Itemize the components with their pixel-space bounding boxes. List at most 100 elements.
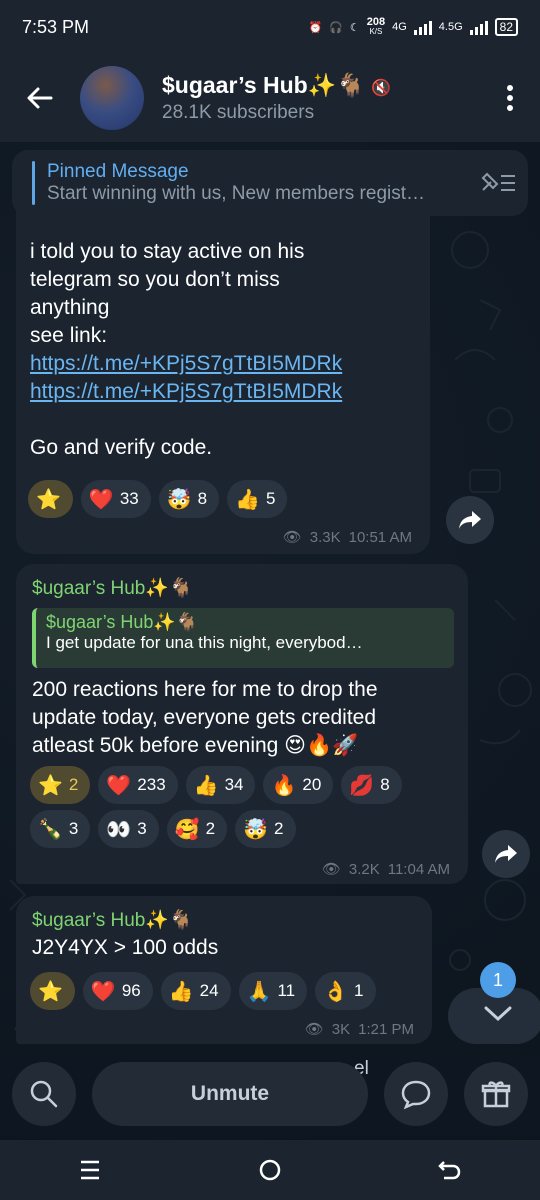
message-meta: 👁 3.3K 10:51 AM (282, 528, 412, 547)
reaction-chip[interactable]: 🤯 2 (235, 810, 296, 848)
search-button[interactable] (12, 1062, 76, 1126)
message-text-line: i told you to stay active on his (30, 240, 305, 263)
message-text-line: Go and verify code. (30, 436, 213, 459)
reaction-chip[interactable]: 🤯 8 (158, 480, 220, 518)
reaction-chip[interactable]: ⭐ 2 (30, 766, 91, 804)
headset-icon: 🎧 (329, 21, 343, 34)
message-text-line: anything (30, 296, 110, 319)
battery-icon: 82 (494, 18, 518, 36)
reaction-chip[interactable]: 👍 5 (227, 480, 288, 518)
home-circle-icon (259, 1159, 281, 1181)
forward-arrow-icon (459, 511, 481, 529)
message-bubble-1[interactable]: i told you to stay active on his telegra… (16, 200, 430, 554)
reaction-chip[interactable]: 💋 8 (341, 766, 402, 804)
pinned-title: Pinned Message (47, 161, 189, 182)
channel-name: $ugaar’s Hub✨🐐 (162, 72, 365, 98)
gift-button[interactable] (464, 1062, 528, 1126)
sender-name: $ugaar’s Hub✨🐐 (32, 910, 193, 931)
arrow-left-icon (27, 87, 53, 109)
pin-list-icon (481, 172, 515, 191)
message-bubble-3[interactable]: $ugaar’s Hub✨🐐 J2Y4YX > 100 odds ⭐ ❤️ 96 … (16, 896, 432, 1044)
view-count: 3K (331, 1020, 351, 1038)
unread-badge: 1 (480, 962, 516, 998)
net-speed: 208 K/S (366, 16, 386, 37)
reaction-row: ⭐ 2 ❤️ 233 👍 34 🔥 20 💋 8 🍾 3 👀 3 🥰 2 🤯 2 (30, 766, 460, 848)
quote-sender: $ugaar’s Hub✨🐐 (46, 612, 199, 632)
message-text-line: see link: (30, 324, 108, 347)
home-button[interactable] (240, 1140, 300, 1200)
message-text: J2Y4YX > 100 odds (32, 936, 219, 959)
reaction-chip[interactable]: 👍 24 (160, 972, 231, 1010)
message-text-line: update today, everyone gets credited (32, 706, 377, 729)
message-link[interactable]: https://t.me/+KPj5S7gTtBI5MDRk (30, 350, 422, 378)
reaction-chip[interactable]: ⭐ (28, 480, 73, 518)
channel-title-area[interactable]: $ugaar’s Hub✨🐐 🔇 28.1K subscribers (162, 72, 480, 124)
forward-button[interactable] (446, 496, 494, 544)
alarm-icon: ⏰ (308, 21, 323, 34)
status-bar: 7:53 PM ⏰ 🎧 ☾ 208 K/S 4G 4.5G 82 (0, 0, 540, 54)
reaction-chip[interactable]: ❤️ 33 (80, 480, 151, 518)
chevron-down-icon (484, 1006, 512, 1022)
muted-icon: 🔇 (370, 80, 391, 97)
views-icon: 👁 (304, 1021, 324, 1038)
back-curve-icon (438, 1161, 461, 1180)
views-icon: 👁 (282, 529, 302, 546)
back-button[interactable] (0, 54, 80, 142)
reaction-chip[interactable]: 👍 34 (185, 766, 256, 804)
reaction-chip[interactable]: 👀 3 (98, 810, 159, 848)
channel-avatar[interactable] (80, 66, 144, 130)
search-icon (30, 1080, 58, 1108)
message-meta: 👁 3K 1:21 PM (304, 1020, 414, 1039)
reaction-chip[interactable]: ❤️ 233 (98, 766, 178, 804)
comments-button[interactable] (384, 1062, 448, 1126)
network-45g: 4.5G (438, 21, 463, 33)
views-icon: 👁 (321, 861, 341, 878)
unmute-button[interactable]: Unmute (92, 1062, 368, 1126)
reaction-chip[interactable]: 🙏 11 (238, 972, 308, 1010)
reply-quote[interactable]: $ugaar’s Hub✨🐐 I get update for una this… (32, 608, 454, 668)
quote-text: I get update for una this night, everybo… (46, 633, 363, 652)
chat-header: $ugaar’s Hub✨🐐 🔇 28.1K subscribers (0, 54, 540, 142)
system-back-button[interactable] (420, 1140, 480, 1200)
signal-icon (413, 19, 432, 35)
view-count: 3.2K (348, 860, 380, 878)
gift-icon (481, 1081, 511, 1108)
pinned-preview: Start winning with us, New members regis… (47, 183, 426, 204)
message-meta: 👁 3.2K 11:04 AM (321, 860, 450, 879)
more-options-button[interactable] (480, 54, 540, 142)
reaction-chip[interactable]: 👌 1 (315, 972, 376, 1010)
message-time: 11:04 AM (387, 860, 450, 878)
message-text-line: atleast 50k before evening 😍🔥🚀 (32, 734, 359, 757)
forward-arrow-icon (495, 845, 517, 863)
system-nav-bar (0, 1140, 540, 1200)
message-time: 1:21 PM (358, 1020, 414, 1038)
reaction-chip[interactable]: 🥰 2 (166, 810, 228, 848)
reaction-row: ⭐ ❤️ 33 🤯 8 👍 5 (28, 480, 288, 518)
status-icons: ⏰ 🎧 ☾ 208 K/S 4G 4.5G 82 (308, 17, 518, 37)
chat-bubble-icon (401, 1080, 431, 1110)
message-time: 10:51 AM (348, 528, 412, 546)
reaction-row: ⭐ ❤️ 96 👍 24 🙏 11 👌 1 (30, 972, 376, 1010)
view-count: 3.3K (309, 528, 341, 546)
pinned-message-bar[interactable]: Pinned Message Start winning with us, Ne… (12, 150, 528, 216)
message-link[interactable]: https://t.me/+KPj5S7gTtBI5MDRk (30, 378, 422, 406)
reaction-chip[interactable]: 🍾 3 (30, 810, 91, 848)
pinned-list-button[interactable] (468, 170, 528, 196)
message-text-line: telegram so you don’t miss (30, 268, 280, 291)
sender-name: $ugaar’s Hub✨🐐 (32, 578, 193, 599)
forward-button[interactable] (482, 830, 530, 878)
recent-apps-button[interactable] (60, 1140, 120, 1200)
signal-icon-2 (469, 19, 488, 35)
status-time: 7:53 PM (22, 16, 90, 37)
subscriber-count: 28.1K subscribers (162, 102, 315, 123)
reaction-chip[interactable]: ❤️ 96 (82, 972, 153, 1010)
kebab-menu-icon (507, 85, 513, 111)
reaction-chip[interactable]: ⭐ (30, 972, 75, 1010)
pinned-indicator (32, 161, 35, 205)
message-bubble-2[interactable]: $ugaar’s Hub✨🐐 $ugaar’s Hub✨🐐 I get upda… (16, 564, 468, 884)
reaction-chip[interactable]: 🔥 20 (263, 766, 334, 804)
menu-lines-icon (81, 1160, 99, 1180)
network-4g: 4G (392, 21, 407, 33)
moon-icon: ☾ (349, 21, 360, 34)
message-text-line: 200 reactions here for me to drop the (32, 678, 378, 701)
